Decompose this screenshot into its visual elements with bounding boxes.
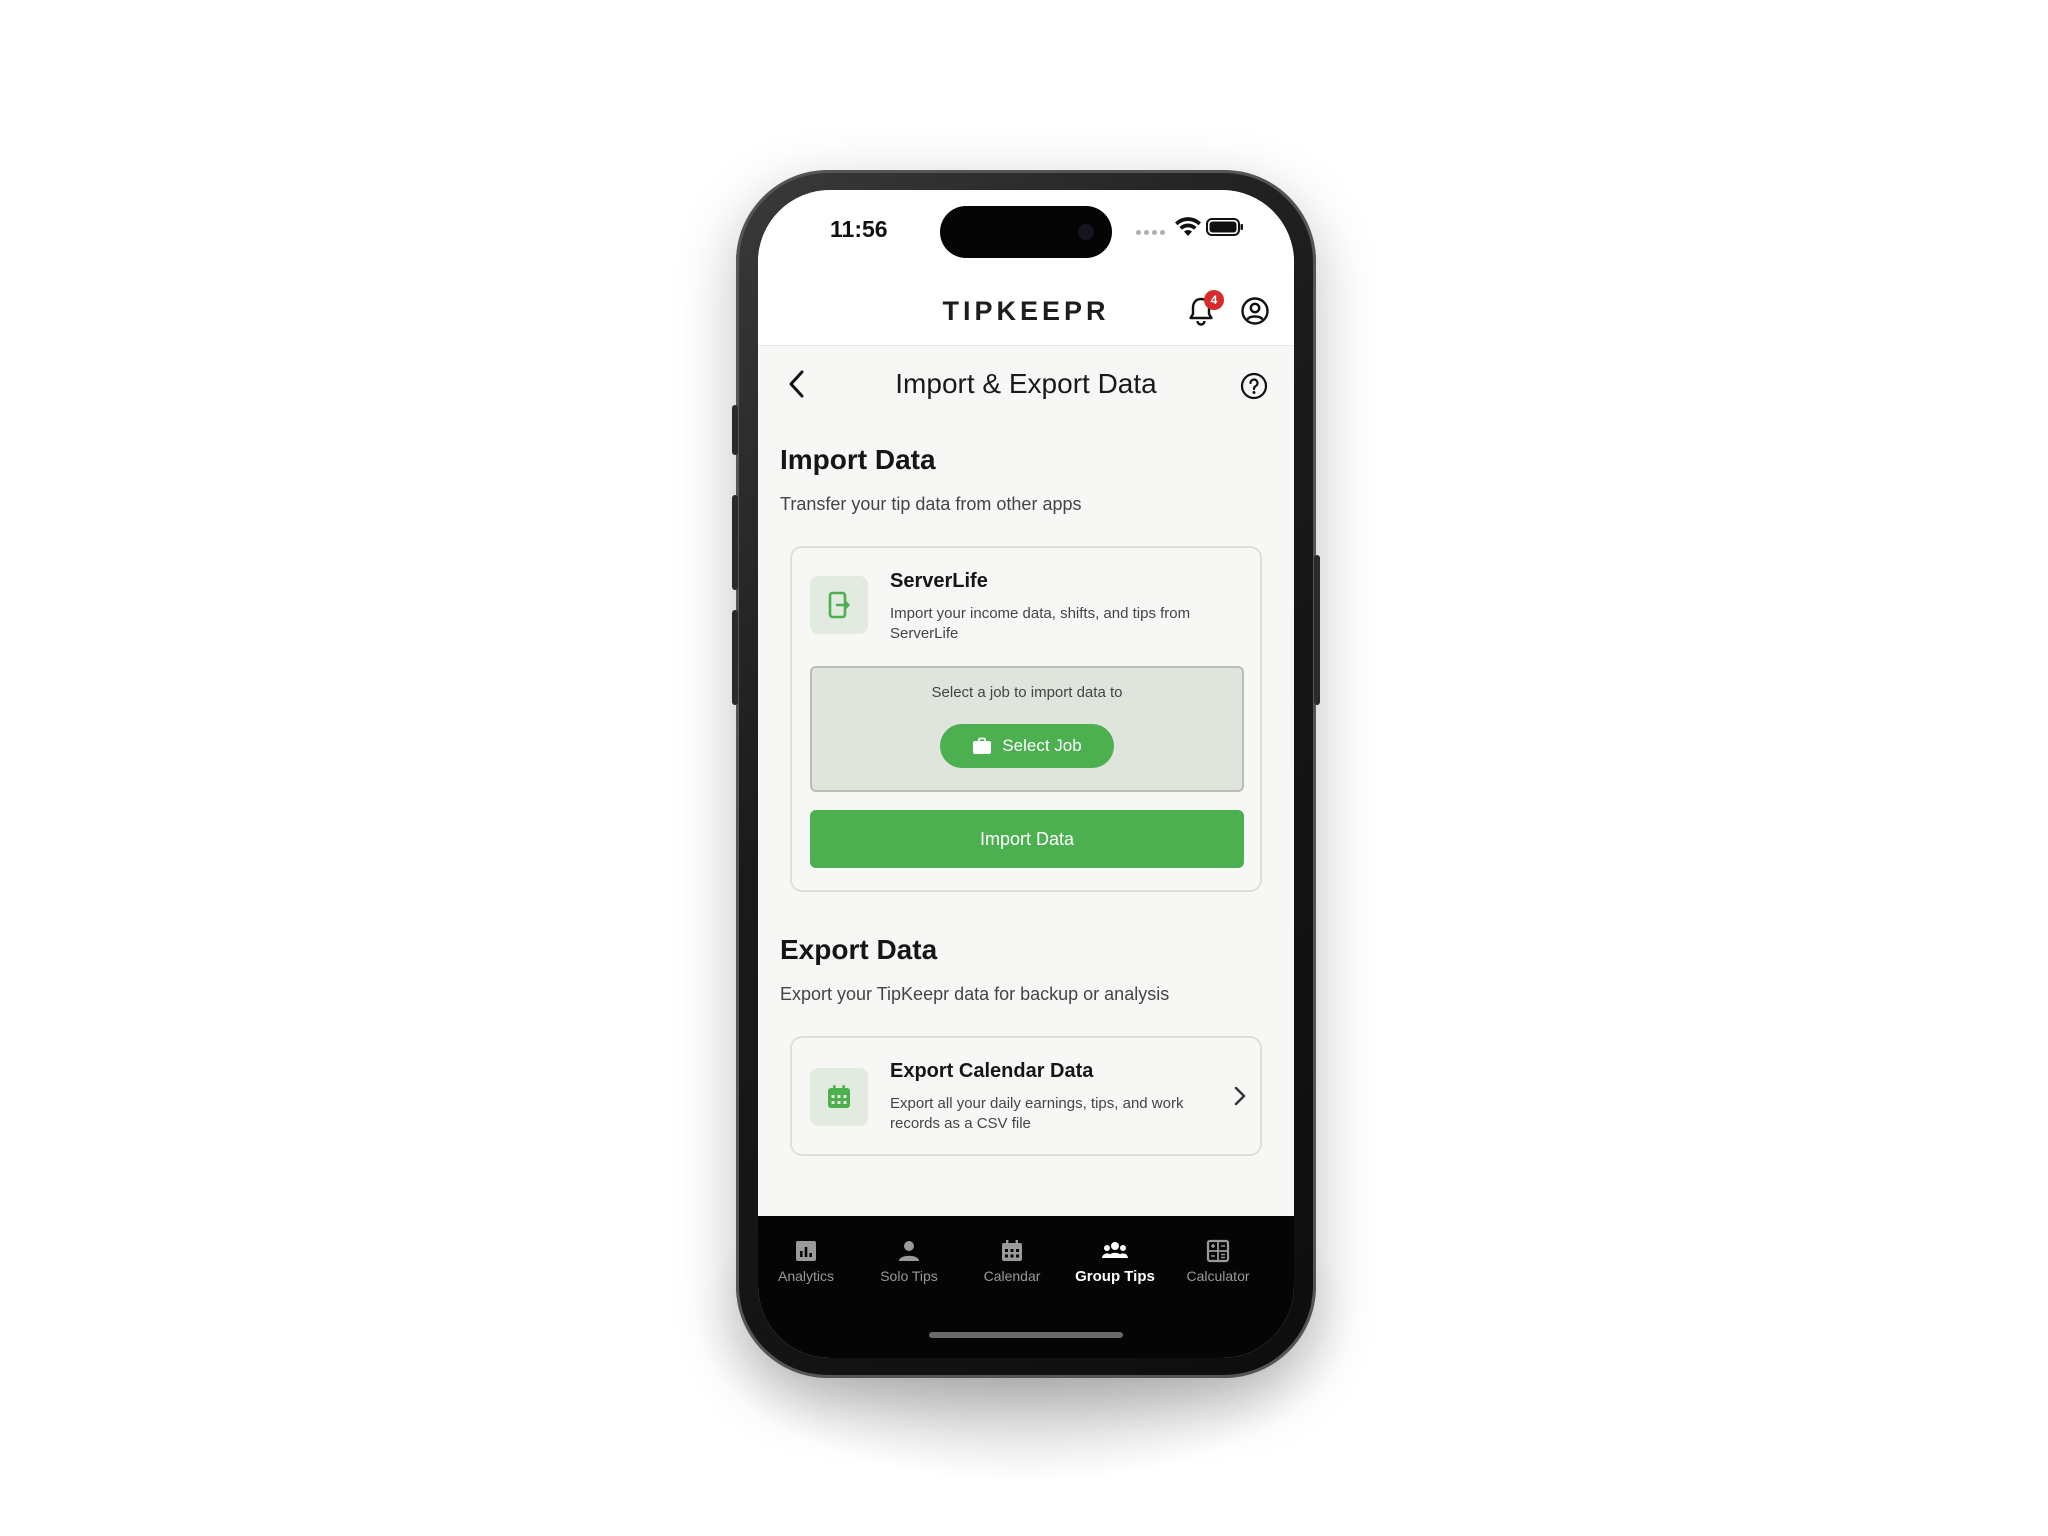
chevron-right-icon	[1234, 1086, 1246, 1106]
export-icon-box	[810, 1068, 868, 1126]
group-icon	[1102, 1242, 1128, 1258]
signal-icon	[1136, 230, 1165, 235]
serverlife-title: ServerLife	[890, 570, 988, 592]
page-title: Import & Export Data	[895, 368, 1157, 399]
export-calendar-title: Export Calendar Data	[890, 1060, 1094, 1082]
tab-solo-tips[interactable]: Solo Tips	[859, 1238, 959, 1284]
phone-power-button	[1314, 555, 1320, 705]
page-titlebar: Import & Export Data	[758, 346, 1294, 426]
briefcase-icon	[973, 737, 992, 754]
select-job-button[interactable]: Select Job	[940, 724, 1114, 768]
notification-badge: 4	[1204, 290, 1224, 310]
wifi-icon	[1175, 217, 1201, 236]
phone-import-icon	[828, 591, 850, 619]
tab-group-tips-label: Group Tips	[1075, 1268, 1155, 1285]
import-section-title: Import Data	[780, 444, 936, 475]
serverlife-card: ServerLife Import your income data, shif…	[790, 546, 1262, 892]
tab-solo-tips-label: Solo Tips	[880, 1268, 938, 1284]
tab-calendar[interactable]: Calendar	[962, 1238, 1062, 1284]
tab-analytics-label: Analytics	[777, 1268, 835, 1284]
phone-screen: 11:56 TIPKEEPR 4 Import & Export Data Im…	[758, 190, 1294, 1358]
serverlife-description: Import your income data, shifts, and tip…	[890, 605, 1191, 642]
profile-icon[interactable]	[1240, 296, 1270, 326]
app-header: TIPKEEPR 4	[758, 280, 1294, 346]
tab-calculator-label: Calculator	[1186, 1268, 1250, 1284]
export-section-title: Export Data	[780, 934, 938, 965]
phone-volume-up	[732, 495, 738, 590]
help-icon[interactable]	[1240, 372, 1268, 400]
job-select-box: Select a job to import data to Select Jo…	[810, 666, 1244, 792]
tab-group-tips[interactable]: Group Tips	[1065, 1238, 1165, 1285]
phone-action-button	[732, 405, 738, 455]
tab-calendar-label: Calendar	[983, 1268, 1041, 1284]
battery-icon	[1206, 218, 1243, 236]
bottom-tab-bar: Analytics Solo Tips Calendar Group Tips …	[758, 1216, 1294, 1358]
status-bar: 11:56	[758, 190, 1294, 280]
job-select-label: Select a job to import data to	[931, 684, 1123, 701]
serverlife-icon-box	[810, 576, 868, 634]
export-section-subtitle: Export your TipKeepr data for backup or …	[780, 984, 1170, 1004]
tab-calculator[interactable]: Calculator	[1168, 1238, 1268, 1284]
calendar-icon	[828, 1085, 850, 1108]
select-job-label: Select Job	[1002, 736, 1082, 755]
status-time: 11:56	[830, 216, 888, 242]
tab-analytics[interactable]: Analytics	[758, 1238, 856, 1284]
dynamic-island	[940, 206, 1112, 258]
person-icon	[899, 1241, 919, 1261]
export-calendar-description: Export all your daily earnings, tips, an…	[890, 1095, 1184, 1132]
import-section-subtitle: Transfer your tip data from other apps	[780, 494, 1082, 514]
phone-volume-down	[732, 610, 738, 705]
home-indicator	[929, 1332, 1123, 1338]
calendar-icon	[1002, 1240, 1022, 1261]
calculator-icon	[1206, 1239, 1230, 1263]
import-data-button[interactable]: Import Data	[810, 810, 1244, 868]
export-calendar-card[interactable]: Export Calendar Data Export all your dai…	[790, 1036, 1262, 1156]
analytics-icon	[796, 1241, 816, 1261]
